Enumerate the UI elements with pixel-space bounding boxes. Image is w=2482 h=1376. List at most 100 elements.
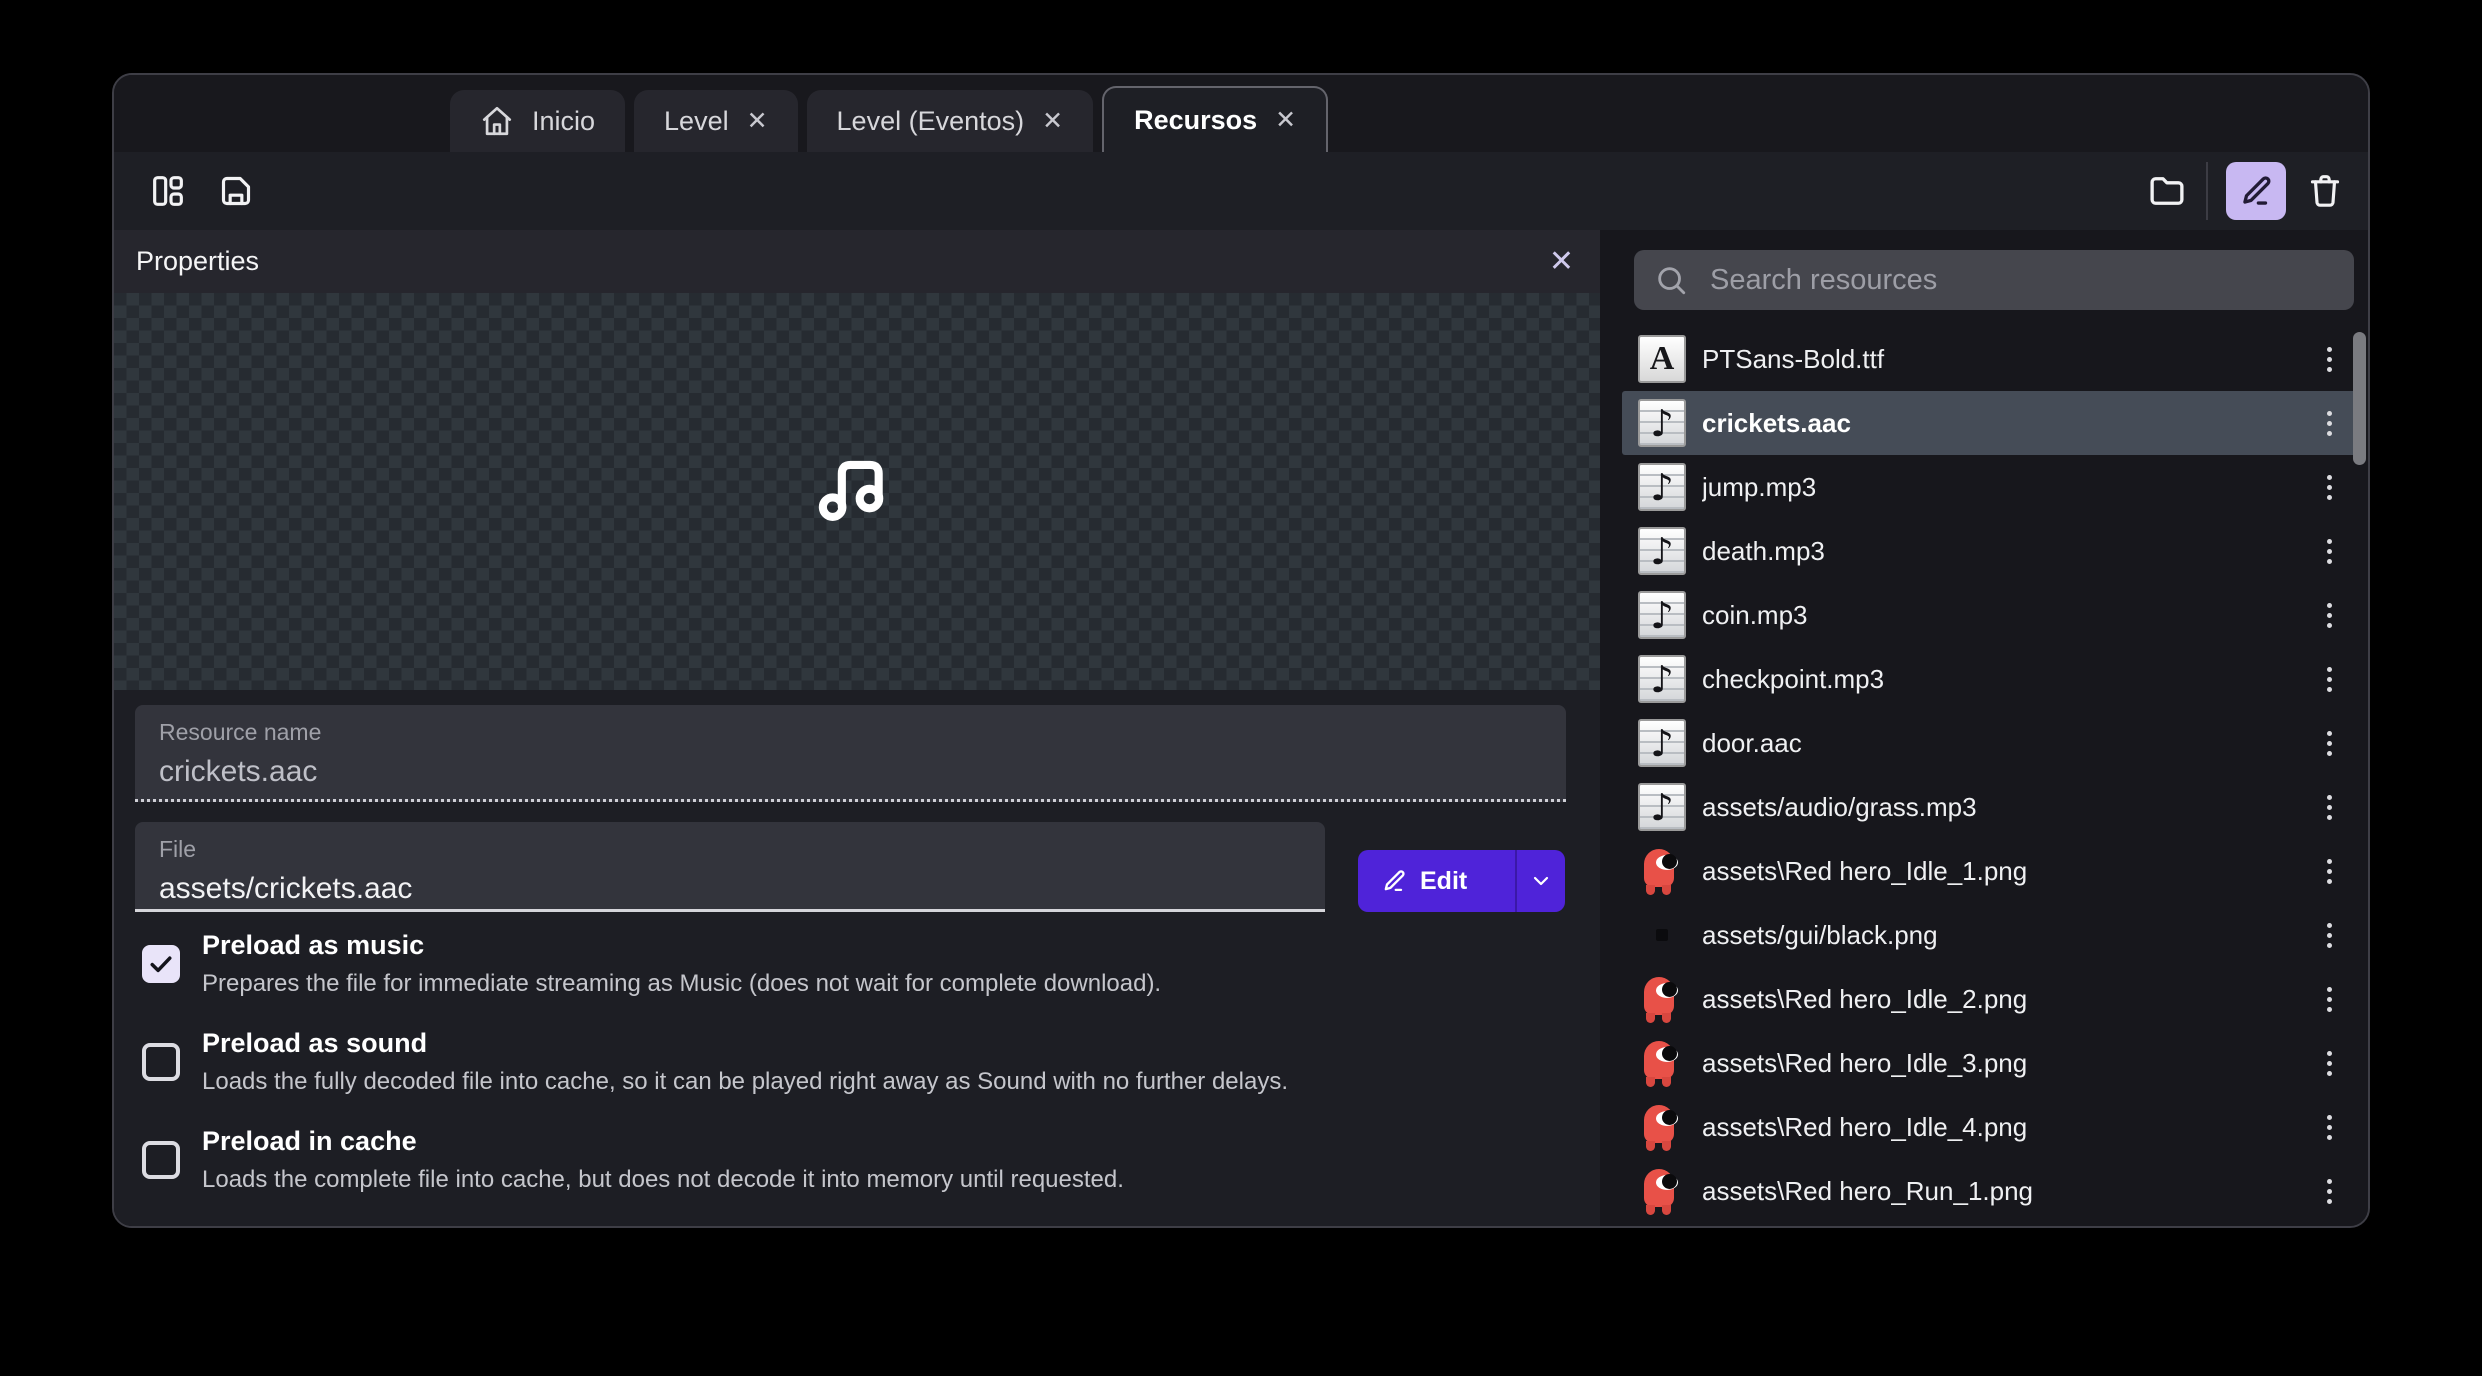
search-box [1634,250,2354,310]
save-icon[interactable] [215,170,257,212]
resource-name: PTSans-Bold.ttf [1702,343,1885,374]
font-file-icon: A [1638,335,1686,383]
red-hero-sprite-icon [1638,1103,1686,1151]
edit-label: Edit [1420,866,1468,895]
audio-file-icon: ♪ [1638,591,1686,639]
close-icon[interactable]: ✕ [1549,244,1574,279]
resource-name: assets\Red hero_Idle_1.png [1702,855,2028,886]
resource-row[interactable]: A ♪ assets\Red hero_Idle_4.png [1622,1095,2358,1159]
folder-icon[interactable] [2146,170,2188,212]
preload-checkbox[interactable] [142,945,180,983]
kebab-menu-icon[interactable] [2323,1175,2336,1208]
audio-file-icon: ♪ [1638,399,1686,447]
music-note-icon [818,460,884,521]
resource-name-value: crickets.aac [159,755,318,788]
layout-panels-icon[interactable] [147,170,189,212]
edit-dropdown-button[interactable] [1517,850,1565,912]
tab-bar: Inicio Level ✕ Level (Eventos) ✕ Recurso… [114,75,2368,206]
kebab-menu-icon[interactable] [2323,727,2336,760]
app-window: Inicio Level ✕ Level (Eventos) ✕ Recurso… [112,73,2370,1228]
resource-row[interactable]: A ♪ assets\Red hero_Run_1.png [1622,1159,2358,1223]
tab-level[interactable]: Level ✕ [634,90,798,152]
resource-row[interactable]: A ♪ assets/gui/black.png [1622,903,2358,967]
content-area: Properties ✕ Resource name crickets.aac … [114,230,2368,1226]
edit-mode-toggle[interactable] [2226,162,2286,220]
tab-label: Inicio [532,105,596,136]
resource-row[interactable]: A ♪ assets/audio/grass.mp3 [1622,775,2358,839]
tab-label: Level (Eventos) [836,105,1025,136]
resource-name: assets/audio/grass.mp3 [1702,791,1977,822]
resource-row[interactable]: A ♪ death.mp3 [1622,519,2358,583]
kebab-menu-icon[interactable] [2323,983,2336,1016]
tab-label: Level [664,105,729,136]
kebab-menu-icon[interactable] [2323,1047,2336,1080]
resource-name: jump.mp3 [1702,471,1817,502]
red-hero-sprite-icon [1638,975,1686,1023]
resource-name: assets\Red hero_Idle_3.png [1702,1047,2028,1078]
resource-row[interactable]: A ♪ coin.mp3 [1622,583,2358,647]
properties-panel: Properties ✕ Resource name crickets.aac … [114,230,1600,1226]
red-hero-sprite-icon [1638,1167,1686,1215]
checkbox-label: Preload as music [202,930,425,960]
search-icon [1658,267,1686,295]
red-hero-sprite-icon [1638,1039,1686,1087]
kebab-menu-icon[interactable] [2323,407,2336,440]
edit-button-group: Edit [1358,850,1565,912]
resource-row[interactable]: A ♪ assets\Red hero_Idle_2.png [1622,967,2358,1031]
checkbox-description: Loads the complete file into cache, but … [202,1166,1124,1193]
resource-row[interactable]: A ♪ checkpoint.mp3 [1622,647,2358,711]
toolbar: Preview Publish [114,152,2368,298]
resource-row[interactable]: A ♪ door.aac [1622,711,2358,775]
divider [2206,162,2208,220]
resource-row[interactable]: A ♪ crickets.aac [1622,391,2358,455]
file-label: File [159,836,197,862]
close-icon[interactable]: ✕ [747,108,768,134]
preload-checkbox[interactable] [142,1043,180,1081]
kebab-menu-icon[interactable] [2323,663,2336,696]
preload-music-option: Preload as music Prepares the file for i… [142,930,1161,998]
tab-level-eventos[interactable]: Level (Eventos) ✕ [806,90,1094,152]
preload-sound-option: Preload as sound Loads the fully decoded… [142,1028,1288,1096]
resource-row[interactable]: A ♪ PTSans-Bold.ttf [1622,327,2358,391]
close-icon[interactable]: ✕ [1042,108,1063,134]
kebab-menu-icon[interactable] [2323,791,2336,824]
kebab-menu-icon[interactable] [2323,855,2336,888]
chevron-down-icon [1533,876,1549,886]
resource-name-label: Resource name [159,719,322,745]
resource-row[interactable]: A ♪ assets\Red hero_Idle_1.png [1622,839,2358,903]
tab-recursos[interactable]: Recursos ✕ [1102,86,1329,152]
resource-name: assets\Red hero_Run_1.png [1702,1175,2034,1206]
kebab-menu-icon[interactable] [2323,1111,2336,1144]
audio-file-icon: ♪ [1638,527,1686,575]
audio-file-icon: ♪ [1638,655,1686,703]
audio-file-icon: ♪ [1638,783,1686,831]
kebab-menu-icon[interactable] [2323,919,2336,952]
file-field[interactable]: File assets/crickets.aac [135,822,1325,912]
tabs: Inicio Level ✕ Level (Eventos) ✕ Recurso… [450,86,1329,152]
resource-row[interactable]: A ♪ jump.mp3 [1622,455,2358,519]
file-value: assets/crickets.aac [159,872,413,905]
resource-name: crickets.aac [1702,407,1851,438]
resources-panel: A ♪ PTSans-Bold.ttf A ♪ crickets.aac A ♪… [1600,230,2368,1226]
check-icon [150,956,172,973]
resource-name-field[interactable]: Resource name crickets.aac [135,705,1566,802]
resource-name: door.aac [1702,727,1802,758]
kebab-menu-icon[interactable] [2323,471,2336,504]
preload-cache-option: Preload in cache Loads the complete file… [142,1126,1124,1194]
trash-icon[interactable] [2304,170,2346,212]
edit-button[interactable]: Edit [1358,867,1515,896]
search-input[interactable] [1710,263,2334,297]
black-image-icon [1638,911,1686,959]
resource-row[interactable]: A ♪ assets\Red hero_Idle_3.png [1622,1031,2358,1095]
close-icon[interactable]: ✕ [1275,107,1296,133]
audio-file-icon: ♪ [1638,719,1686,767]
kebab-menu-icon[interactable] [2323,343,2336,376]
kebab-menu-icon[interactable] [2323,599,2336,632]
resource-name: checkpoint.mp3 [1702,663,1885,694]
tab-inicio[interactable]: Inicio [450,90,626,152]
preload-checkbox[interactable] [142,1141,180,1179]
kebab-menu-icon[interactable] [2323,535,2336,568]
resource-name: assets\Red hero_Idle_4.png [1702,1111,2028,1142]
scrollbar[interactable] [2353,332,2366,465]
checkbox-description: Loads the fully decoded file into cache,… [202,1068,1288,1095]
